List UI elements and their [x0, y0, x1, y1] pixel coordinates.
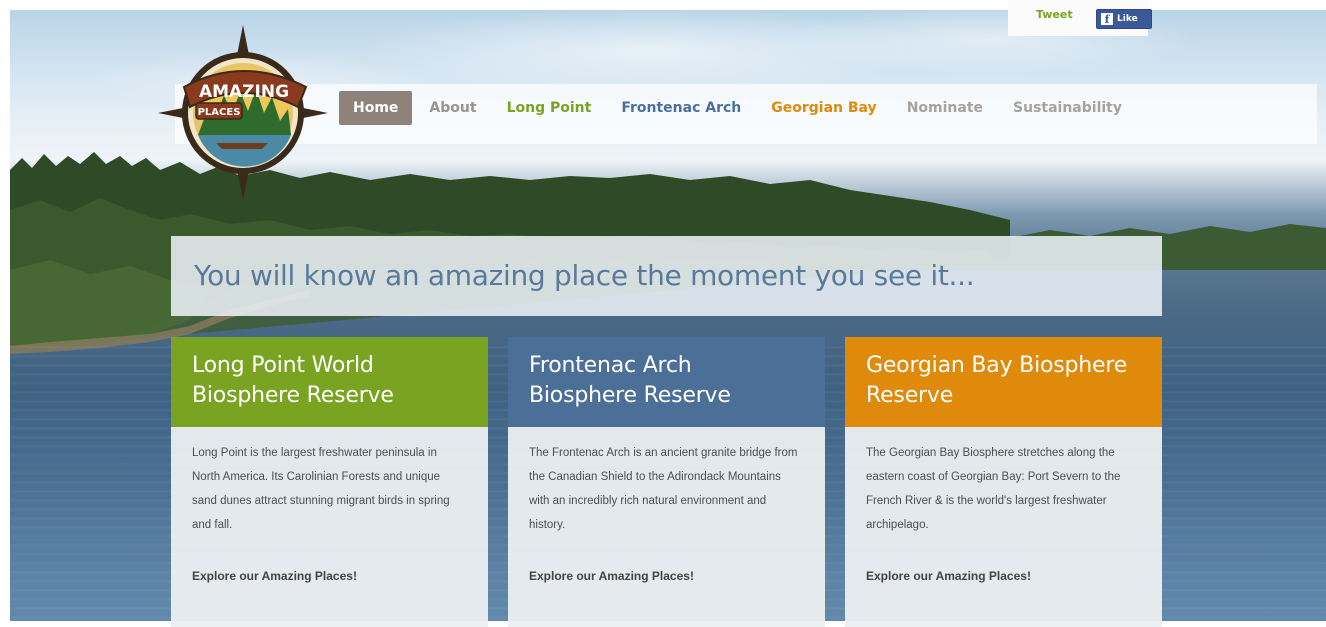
explore-link[interactable]: Explore our Amazing Places! [192, 569, 467, 583]
card-description: The Frontenac Arch is an ancient granite… [529, 447, 798, 531]
social-bar: Tweet f Like [1008, 0, 1152, 36]
like-label: Like [1117, 14, 1138, 24]
nav-item-nominate[interactable]: Nominate [907, 100, 983, 116]
facebook-icon: f [1101, 13, 1113, 26]
nav-item-about[interactable]: About [429, 100, 476, 116]
tagline: You will know an amazing place the momen… [171, 236, 1162, 316]
facebook-like-button[interactable]: f Like [1096, 9, 1152, 29]
nav-item-frontenac-arch[interactable]: Frontenac Arch [621, 100, 741, 116]
nav-item-sustainability[interactable]: Sustainability [1013, 100, 1122, 116]
card-georgian-bay: Georgian Bay Biosphere Reserve The Georg… [845, 337, 1162, 627]
card-body: Long Point is the largest freshwater pen… [171, 427, 488, 627]
logo-text-top: AMAZING [199, 82, 289, 102]
card-title[interactable]: Long Point World Biosphere Reserve [171, 337, 488, 427]
main-nav: Home About Long Point Frontenac Arch Geo… [339, 90, 1152, 126]
nav-item-georgian-bay[interactable]: Georgian Bay [771, 100, 876, 116]
card-description: The Georgian Bay Biosphere stretches alo… [866, 447, 1121, 531]
logo-text-bottom: PLACES [198, 107, 241, 118]
amazing-places-logo[interactable]: AMAZING PLACES [158, 25, 328, 200]
explore-link[interactable]: Explore our Amazing Places! [529, 569, 804, 583]
card-title[interactable]: Georgian Bay Biosphere Reserve [845, 337, 1162, 427]
card-long-point: Long Point World Biosphere Reserve Long … [171, 337, 488, 627]
card-body: The Georgian Bay Biosphere stretches alo… [845, 427, 1162, 627]
card-frontenac-arch: Frontenac Arch Biosphere Reserve The Fro… [508, 337, 825, 627]
nav-item-home[interactable]: Home [339, 91, 413, 125]
card-title[interactable]: Frontenac Arch Biosphere Reserve [508, 337, 825, 427]
explore-link[interactable]: Explore our Amazing Places! [866, 569, 1141, 583]
card-body: The Frontenac Arch is an ancient granite… [508, 427, 825, 627]
tweet-button[interactable]: Tweet [1036, 8, 1073, 21]
card-description: Long Point is the largest freshwater pen… [192, 447, 450, 531]
nav-item-long-point[interactable]: Long Point [507, 100, 592, 116]
